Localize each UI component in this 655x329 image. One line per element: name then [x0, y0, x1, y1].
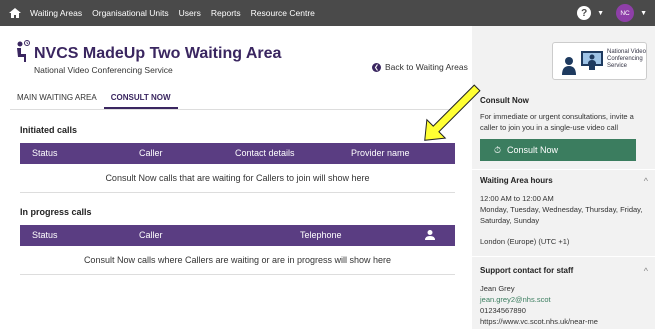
col-caller: Caller — [139, 148, 163, 158]
waiting-area-hours-section[interactable]: Waiting Area hours ^ 12:00 AM to 12:00 A… — [480, 176, 648, 247]
chevron-up-icon[interactable]: ^ — [644, 176, 648, 186]
nav-waiting-areas[interactable]: Waiting Areas — [30, 8, 82, 18]
in-progress-calls-table-header: Status Caller Telephone — [20, 225, 455, 246]
initiated-calls-table-header: Status Caller Contact details Provider n… — [20, 143, 455, 164]
help-chevron-down-icon[interactable]: ▼ — [597, 10, 604, 17]
avatar[interactable]: NC — [616, 4, 635, 22]
nav-reports[interactable]: Reports — [211, 8, 241, 18]
back-to-waiting-areas-link[interactable]: ❮ Back to Waiting Areas — [372, 62, 468, 72]
initiated-calls-empty-message: Consult Now calls that are waiting for C… — [105, 173, 370, 183]
timezone: London (Europe) (UTC +1) — [480, 237, 570, 246]
in-progress-calls-heading: In progress calls — [20, 207, 92, 217]
divider — [472, 169, 655, 170]
consult-now-description: For immediate or urgent consultations, i… — [480, 112, 634, 132]
nav-resource-centre[interactable]: Resource Centre — [251, 8, 315, 18]
waiting-area-icon — [14, 40, 30, 69]
right-sidebar: National Video Conferencing Service Cons… — [472, 26, 655, 329]
col-provider-name: Provider name — [351, 148, 410, 158]
page-header: NVCS MadeUp Two Waiting Area National Vi… — [0, 26, 468, 78]
chevron-up-icon[interactable]: ^ — [644, 266, 648, 276]
col-status: Status — [32, 230, 58, 240]
col-caller: Caller — [139, 230, 163, 240]
support-email-link[interactable]: jean.grey2@nhs.scot — [480, 294, 648, 305]
support-url[interactable]: https://www.vc.scot.nhs.uk/near-me — [480, 316, 648, 327]
user-chevron-down-icon[interactable]: ▼ — [640, 10, 647, 17]
consult-now-button-label: Consult Now — [507, 145, 559, 155]
hours-heading: Waiting Area hours — [480, 176, 553, 185]
divider — [472, 256, 655, 257]
tab-bar: MAIN WAITING AREA CONSULT NOW — [10, 90, 455, 110]
page-subtitle: National Video Conferencing Service — [34, 65, 173, 75]
col-telephone: Telephone — [300, 230, 342, 240]
divider — [20, 192, 455, 193]
person-icon — [424, 229, 436, 243]
help-icon[interactable]: ? — [577, 6, 592, 20]
initiated-calls-heading: Initiated calls — [20, 125, 78, 135]
consult-now-button[interactable]: ⏱ Consult Now — [480, 139, 636, 161]
back-link-label: Back to Waiting Areas — [385, 62, 468, 72]
col-contact-details: Contact details — [235, 148, 295, 158]
nvcs-logo: National Video Conferencing Service — [552, 42, 647, 80]
in-progress-calls-empty-message: Consult Now calls where Callers are wait… — [83, 255, 392, 265]
divider — [20, 274, 455, 275]
home-icon[interactable] — [0, 7, 30, 19]
tab-consult-now[interactable]: CONSULT NOW — [103, 90, 178, 109]
nav-users[interactable]: Users — [179, 8, 201, 18]
support-contact-section[interactable]: Support contact for staff ^ Jean Grey je… — [480, 266, 648, 327]
page-title: NVCS MadeUp Two Waiting Area — [34, 45, 282, 62]
support-phone: 01234567890 — [480, 306, 526, 315]
support-heading: Support contact for staff — [480, 266, 574, 275]
consult-now-heading: Consult Now — [480, 96, 529, 105]
tab-main-waiting-area[interactable]: MAIN WAITING AREA — [10, 90, 104, 109]
support-name: Jean Grey — [480, 284, 515, 293]
hours-time: 12:00 AM to 12:00 AM — [480, 194, 554, 203]
top-nav-bar: Waiting Areas Organisational Units Users… — [0, 0, 655, 26]
clock-icon: ⏱ — [494, 144, 502, 155]
logo-text: National Video Conferencing Service — [607, 49, 646, 69]
hours-days: Monday, Tuesday, Wednesday, Thursday, Fr… — [480, 205, 643, 225]
consult-now-section: Consult Now For immediate or urgent cons… — [480, 96, 648, 133]
col-status: Status — [32, 148, 58, 158]
arrow-left-icon: ❮ — [372, 62, 381, 72]
nav-organisational-units[interactable]: Organisational Units — [92, 8, 169, 18]
